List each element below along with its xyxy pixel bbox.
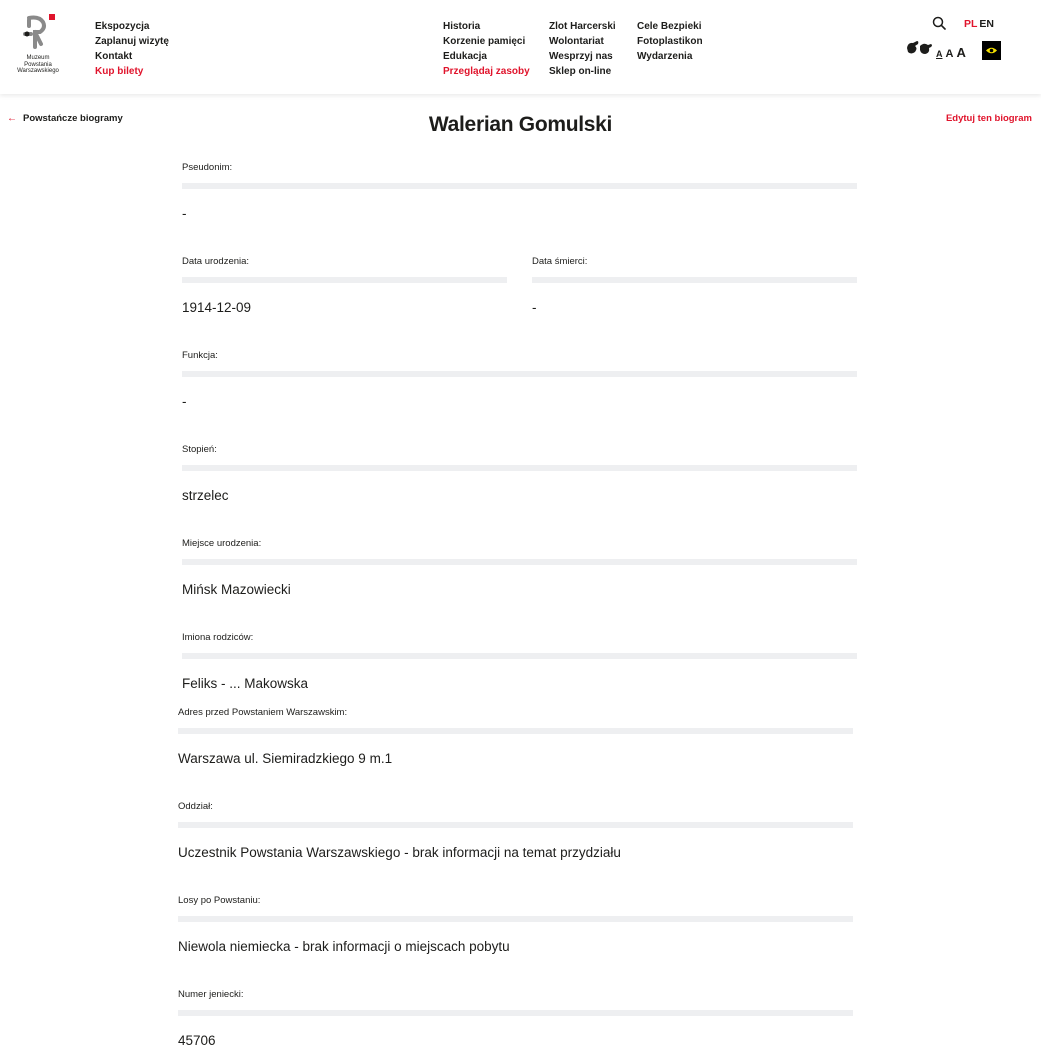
field-imiona-rodzicow: Imiona rodziców: Feliks - ... Makowska <box>182 632 857 692</box>
field-label: Stopień: <box>182 444 217 455</box>
field-pseudonim: Pseudonim: - <box>182 162 857 222</box>
font-size-large-button[interactable]: A <box>956 45 965 60</box>
field-data-smierci: Data śmierci: - <box>532 256 857 316</box>
search-icon[interactable] <box>932 16 946 30</box>
field-oddzial: Oddział: Uczestnik Powstania Warszawskie… <box>178 801 853 861</box>
nav-column-1: Ekspozycja Zaplanuj wizytę Kontakt Kup b… <box>95 19 169 79</box>
field-value: Warszawa ul. Siemiradzkiego 9 m.1 <box>178 751 393 766</box>
nav-link-przegladaj-zasoby[interactable]: Przeglądaj zasoby <box>443 64 530 79</box>
nav-link-korzenie-pamieci[interactable]: Korzenie pamięci <box>443 34 530 49</box>
field-value: - <box>182 206 187 221</box>
field-label: Losy po Powstaniu: <box>178 895 261 906</box>
field-value: - <box>182 394 187 409</box>
field-divider <box>178 728 853 734</box>
field-stopien: Stopień: strzelec <box>182 444 857 504</box>
field-divider <box>532 277 857 283</box>
nav-link-zaplanuj-wizyte[interactable]: Zaplanuj wizytę <box>95 34 169 49</box>
field-divider <box>182 371 857 377</box>
nav-link-cele-bezpieki[interactable]: Cele Bezpieki <box>637 19 703 34</box>
field-label: Imiona rodziców: <box>182 632 254 643</box>
nav-column-2: Historia Korzenie pamięci Edukacja Przeg… <box>443 19 530 79</box>
field-value: Uczestnik Powstania Warszawskiego - brak… <box>178 845 621 860</box>
field-value: 1914-12-09 <box>182 300 252 315</box>
field-label: Data urodzenia: <box>182 256 250 267</box>
language-switcher: PL EN <box>964 18 994 30</box>
lang-pl-link[interactable]: PL <box>964 18 977 30</box>
field-divider <box>182 277 507 283</box>
field-divider <box>182 183 857 189</box>
contrast-toggle-button[interactable] <box>982 41 1001 60</box>
logo-text: Muzeum Powstania Warszawskiego <box>17 55 59 74</box>
field-divider <box>182 653 857 659</box>
nav-column-4: Cele Bezpieki Fotoplastikon Wydarzenia <box>637 19 703 64</box>
anchor-logo-icon <box>23 14 55 49</box>
nav-link-wolontariat[interactable]: Wolontariat <box>549 34 616 49</box>
header-tools: PL EN AAA <box>905 16 1025 66</box>
field-value: Feliks - ... Makowska <box>182 676 309 691</box>
field-divider <box>178 916 853 922</box>
field-value: Niewola niemiecka - brak informacji o mi… <box>178 939 510 954</box>
museum-logo[interactable]: Muzeum Powstania Warszawskiego <box>12 14 64 78</box>
page-title: Walerian Gomulski <box>428 113 613 136</box>
field-adres: Adres przed Powstaniem Warszawskim: Wars… <box>178 707 853 767</box>
field-divider <box>182 465 857 471</box>
field-label: Adres przed Powstaniem Warszawskim: <box>178 707 348 718</box>
nav-link-zlot-harcerski[interactable]: Zlot Harcerski <box>549 19 616 34</box>
field-value: Mińsk Mazowiecki <box>182 582 291 597</box>
field-label: Data śmierci: <box>532 256 588 267</box>
edit-biography-link[interactable]: Edytuj ten biogram <box>946 113 1032 124</box>
nav-link-historia[interactable]: Historia <box>443 19 530 34</box>
field-label: Funkcja: <box>182 350 218 361</box>
nav-link-edukacja[interactable]: Edukacja <box>443 49 530 64</box>
font-size-switcher: AAA <box>936 44 969 62</box>
field-numer-jeniecki: Numer jeniecki: 45706 <box>178 989 853 1049</box>
field-divider <box>178 1010 853 1016</box>
nav-column-3: Zlot Harcerski Wolontariat Wesprzyj nas … <box>549 19 616 79</box>
font-size-medium-button[interactable]: A <box>946 48 954 60</box>
field-label: Oddział: <box>178 801 213 812</box>
eye-icon <box>986 47 997 54</box>
field-label: Miejsce urodzenia: <box>182 538 262 549</box>
field-value: 45706 <box>178 1033 216 1048</box>
nav-link-fotoplastikon[interactable]: Fotoplastikon <box>637 34 703 49</box>
field-divider <box>178 822 853 828</box>
field-losy-po-powstaniu: Losy po Powstaniu: Niewola niemiecka - b… <box>178 895 853 955</box>
sign-language-icon[interactable] <box>905 38 933 58</box>
field-funkcja: Funkcja: - <box>182 350 857 410</box>
font-size-small-button[interactable]: A <box>936 49 943 59</box>
nav-link-sklep-online[interactable]: Sklep on-line <box>549 64 616 79</box>
field-value: strzelec <box>182 488 229 503</box>
nav-link-ekspozycja[interactable]: Ekspozycja <box>95 19 169 34</box>
field-label: Numer jeniecki: <box>178 989 244 1000</box>
field-divider <box>182 559 857 565</box>
site-header: Muzeum Powstania Warszawskiego Ekspozycj… <box>0 0 1041 94</box>
field-data-urodzenia: Data urodzenia: 1914-12-09 <box>182 256 507 316</box>
field-value: - <box>532 300 537 315</box>
field-label: Pseudonim: <box>182 162 233 173</box>
lang-en-link[interactable]: EN <box>979 18 994 30</box>
field-miejsce-urodzenia: Miejsce urodzenia: Mińsk Mazowiecki <box>182 538 857 598</box>
nav-link-wesprzyj-nas[interactable]: Wesprzyj nas <box>549 49 616 64</box>
nav-link-kup-bilety[interactable]: Kup bilety <box>95 64 169 79</box>
nav-link-kontakt[interactable]: Kontakt <box>95 49 169 64</box>
nav-link-wydarzenia[interactable]: Wydarzenia <box>637 49 703 64</box>
